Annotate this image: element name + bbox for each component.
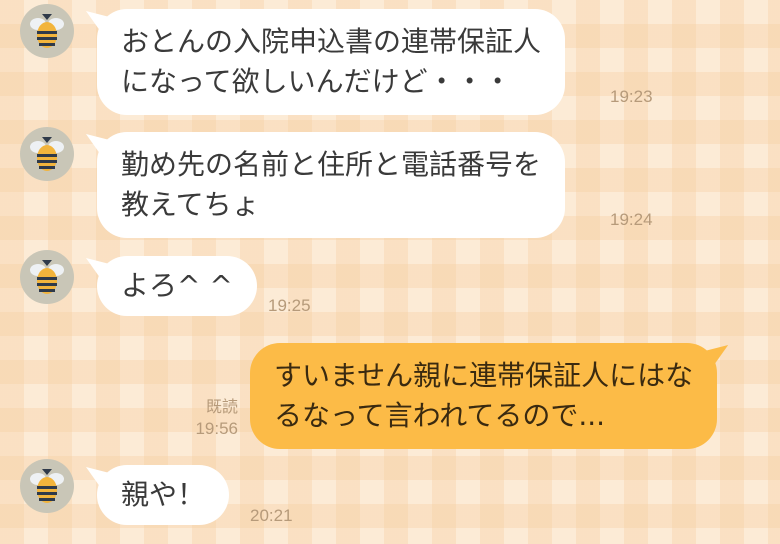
message-meta: 既読 19:56 <box>170 398 238 440</box>
message-line: よろ^ ^ <box>121 269 233 302</box>
message-line: るなって言われてるので... <box>274 399 606 432</box>
message-bubble[interactable]: 勤め先の名前と住所と電話番号を 教えてちょ <box>97 132 566 238</box>
read-receipt: 既読 <box>205 399 238 416</box>
message-bubble[interactable]: おとんの入院申込書の連帯保証人 になって欲しいんだけど・・・ <box>97 9 566 115</box>
message-line: 親や！ <box>121 478 206 511</box>
message-line: になって欲しいんだけど・・・ <box>121 65 512 98</box>
bee-icon[interactable] <box>20 250 74 304</box>
chat-view[interactable]: おとんの入院申込書の連帯保証人 になって欲しいんだけど・・・ 19:23 勤め先… <box>0 0 780 544</box>
message-bubble[interactable]: 親や！ <box>97 465 230 525</box>
message-bubble[interactable]: よろ^ ^ <box>97 256 257 316</box>
message-time: 19:24 <box>610 210 653 229</box>
bee-icon[interactable] <box>20 4 74 58</box>
message-line: 勤め先の名前と住所と電話番号を <box>121 148 542 181</box>
message-time: 19:23 <box>610 87 653 106</box>
bee-icon[interactable] <box>20 127 74 181</box>
message-time: 19:56 <box>195 419 238 438</box>
message-time: 19:25 <box>268 296 311 315</box>
message-time: 20:21 <box>250 506 293 525</box>
message-line: おとんの入院申込書の連帯保証人 <box>121 25 542 58</box>
message-line: すいません親に連帯保証人にはな <box>274 359 694 392</box>
message-bubble[interactable]: すいません親に連帯保証人にはな るなって言われてるので... <box>250 343 718 449</box>
message-line: 教えてちょ <box>121 188 260 221</box>
bee-icon[interactable] <box>20 459 74 513</box>
